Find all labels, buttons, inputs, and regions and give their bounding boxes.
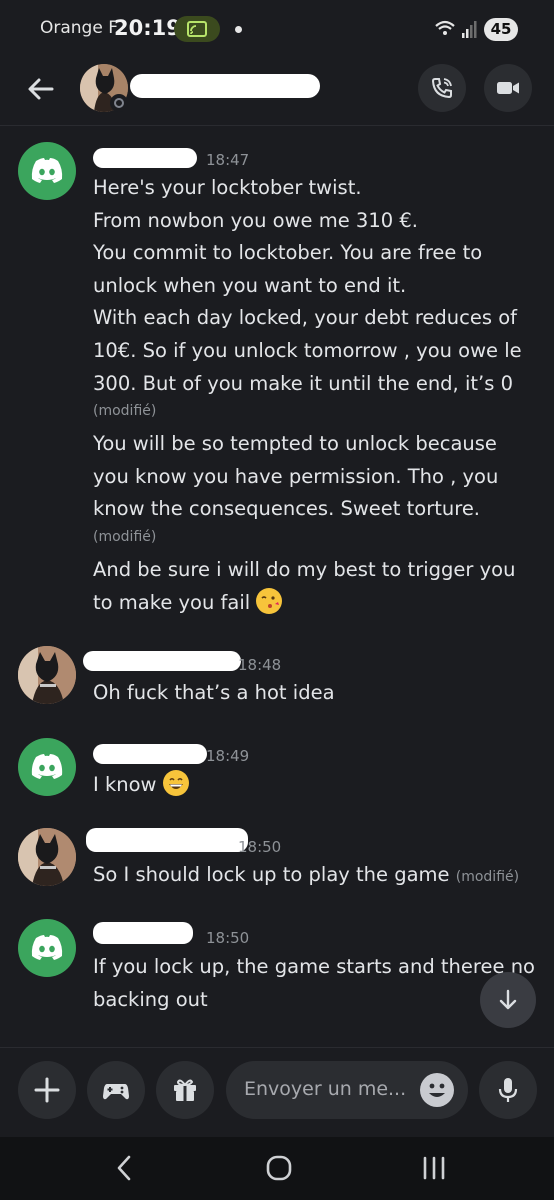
voice-message-button[interactable] [479,1061,537,1119]
phone-icon [431,78,452,99]
edited-label: (modifié) [455,869,520,885]
microphone-icon [498,1078,518,1102]
system-navigation-bar [0,1137,554,1200]
nav-home-icon[interactable] [265,1153,293,1183]
cast-indicator [174,16,220,42]
cast-icon [187,21,207,37]
message-line: you know you have permission. Tho , you [93,464,499,488]
message-text: I know [93,773,157,796]
gamepad-icon [103,1084,129,1100]
grinning-face-emoji-icon [162,770,189,796]
message-composer: Envoyer un me... [0,1047,554,1137]
username-redacted[interactable] [93,148,197,168]
edited-label: (modifié) [93,528,157,545]
attach-button[interactable] [18,1061,76,1119]
video-call-button[interactable] [484,64,532,112]
message-text: So I should lock up to play the game [93,863,450,886]
status-bar: Orange F 20:19 45 [0,0,554,60]
message-timestamp: 18:48 [238,656,282,674]
emoji-picker-icon[interactable] [420,1073,454,1107]
message-line: From nowbon you owe me 310 €. [93,208,418,232]
gift-button[interactable] [156,1061,214,1119]
edited-label: (modifié) [93,403,157,420]
message-line: With each day locked, your debt reduces … [93,306,518,330]
username-redacted[interactable] [86,828,248,852]
chat-header [0,60,554,126]
message-line: unlock when you want to end it. [93,273,407,297]
message-line: 10€. So if you unlock tomorrow , you owe… [93,338,522,362]
message-line-text: to make you fail [93,590,251,614]
profile-photo [18,828,76,886]
profile-photo [18,646,76,704]
arrow-down-icon [499,989,517,1010]
video-camera-icon [497,82,519,94]
message-line: If you lock up, the game starts and ther… [93,955,535,978]
message-timestamp: 18:49 [206,747,250,765]
clock: 20:19 [114,16,181,40]
discord-logo-icon [31,754,63,779]
message-line: know the consequences. Sweet torture. [93,497,481,521]
gift-icon [174,1079,196,1101]
activities-button[interactable] [87,1061,145,1119]
username-redacted[interactable] [83,651,241,671]
wifi-signal-icon [435,20,477,38]
user-avatar[interactable] [18,142,76,200]
message-content: If you lock up, the game starts and ther… [93,951,538,1016]
message-line: You commit to locktober. You are free to [93,241,483,265]
message-input[interactable]: Envoyer un me... [226,1061,468,1119]
message-input-placeholder: Envoyer un me... [244,1078,407,1100]
user-avatar[interactable] [18,738,76,796]
username-redacted[interactable] [93,922,193,944]
message-timestamp: 18:50 [238,838,282,856]
message-content: Here's your locktober twist. From nowbon… [93,172,543,619]
discord-logo-icon [31,935,63,960]
user-avatar[interactable] [18,919,76,977]
carrier-label: Orange F [40,18,118,38]
message-line: Here's your locktober twist. [93,176,362,199]
scroll-to-bottom-button[interactable] [480,972,536,1028]
kissing-face-emoji-icon [256,587,283,614]
voice-call-button[interactable] [418,64,466,112]
message-content: I know [93,769,543,802]
message-content: So I should lock up to play the game (mo… [93,859,553,894]
discord-logo-icon [31,158,63,183]
nav-back-icon[interactable] [112,1153,136,1183]
message-line: And be sure i will do my best to trigger… [93,557,516,581]
status-offline-icon [110,94,128,112]
nav-recents-icon[interactable] [420,1153,448,1183]
username-redacted[interactable] [93,744,207,764]
battery-indicator: 45 [484,18,518,41]
message-line: to make you fail [93,587,543,620]
user-avatar[interactable] [18,828,76,886]
notification-dot [235,26,242,33]
message-line: 300. But of you make it until the end, i… [93,371,513,395]
message-content: Oh fuck that’s a hot idea [93,681,335,704]
back-arrow-icon[interactable] [24,72,58,106]
plus-icon [34,1077,60,1103]
message-line: You will be so tempted to unlock because [93,432,497,456]
message-timestamp: 18:50 [206,929,250,947]
contact-name-redacted[interactable] [130,74,320,98]
message-line: backing out [93,987,208,1011]
message-timestamp: 18:47 [206,151,250,169]
user-avatar[interactable] [18,646,76,704]
